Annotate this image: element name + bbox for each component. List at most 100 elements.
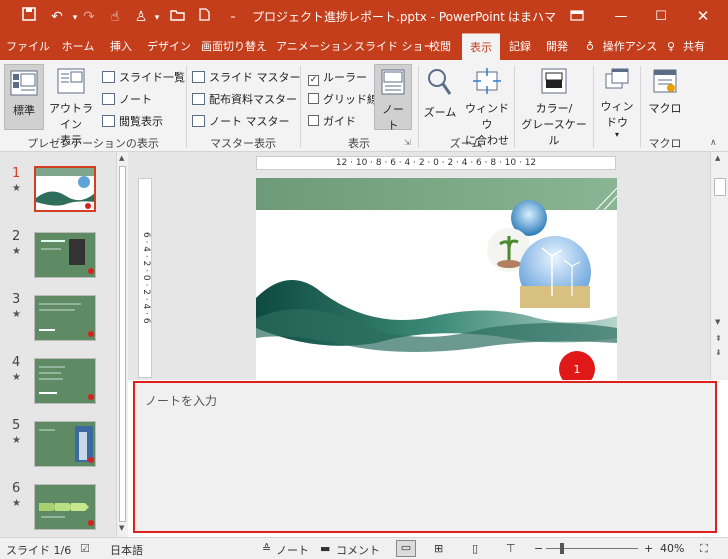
scroll-down-icon[interactable]: ▼ <box>715 318 720 326</box>
slide-canvas[interactable]: 1 <box>256 178 617 380</box>
ribbon-separator <box>593 66 594 148</box>
normal-view-button[interactable]: 標準 <box>4 64 44 130</box>
color-grayscale-button[interactable]: カラー/ グレースケール <box>516 68 592 148</box>
zoom-slider-thumb[interactable] <box>560 543 564 554</box>
spelling-check-icon[interactable]: ☑ <box>80 542 90 555</box>
status-bar: スライド 1/6 ☑ 日本語 ≙ ノート ▬ コメント ▭ ⊞ ▯ ⊤ − + … <box>0 537 728 559</box>
guides-checkbox[interactable]: ガイド <box>308 113 356 129</box>
slide-number: 1 <box>12 166 21 181</box>
horizontal-ruler[interactable]: 12 · 10 · 8 · 6 · 4 · 2 · 0 · 2 · 4 · 6 … <box>256 156 616 170</box>
quick-access-dropdown-icon[interactable]: ▾ <box>146 7 168 29</box>
tab-view[interactable]: 表示 <box>462 33 500 60</box>
slide-thumbnail-6[interactable] <box>34 484 96 530</box>
maximize-button[interactable]: ☐ <box>644 0 678 33</box>
minimize-button[interactable]: — <box>604 0 638 33</box>
slide-sorter-label: スライド一覧 <box>119 71 185 84</box>
slide-sorter-button[interactable]: スライド一覧 <box>102 69 185 85</box>
tab-design[interactable]: デザイン <box>145 33 193 60</box>
ruler-label: ルーラー <box>323 71 367 84</box>
macro-button[interactable]: マクロ <box>644 68 686 116</box>
tab-home[interactable]: ホーム <box>58 33 98 60</box>
tell-me-search[interactable]: 操作アシス <box>598 33 662 60</box>
zoom-label: ズーム <box>423 106 457 119</box>
vertical-ruler[interactable]: 6 · 4 · 2 · 0 · 2 · 4 · 6 <box>138 178 152 378</box>
macro-label: マクロ <box>648 102 682 115</box>
normal-view-label: 標準 <box>13 104 35 117</box>
slide-thumbnail-1[interactable] <box>34 166 96 212</box>
slide-thumbnail-4[interactable] <box>34 358 96 404</box>
handout-master-icon <box>192 93 205 105</box>
close-button[interactable]: ✕ <box>686 0 720 33</box>
comments-button[interactable]: コメント <box>336 542 380 558</box>
new-file-icon[interactable] <box>193 6 215 28</box>
gridlines-checkbox[interactable]: グリッド線 <box>308 91 378 107</box>
notes-pane[interactable]: ノートを入力 <box>133 381 717 533</box>
tab-insert[interactable]: 挿入 <box>104 33 138 60</box>
tab-record[interactable]: 記録 <box>504 33 536 60</box>
tab-slideshow[interactable]: スライド ショー <box>354 33 435 60</box>
dialog-launcher-icon[interactable]: ⇲ <box>404 138 411 147</box>
scroll-up-icon[interactable]: ▲ <box>715 154 720 162</box>
slide-thumbnail-5[interactable] <box>34 421 96 467</box>
ribbon-separator <box>514 66 515 148</box>
window-button[interactable]: ウィンドウ ▾ <box>596 68 638 139</box>
notes-page-button[interactable]: ノート <box>102 91 152 107</box>
notes-status-button[interactable]: ノート <box>276 542 309 558</box>
slide-thumbnail-2[interactable] <box>34 232 96 278</box>
normal-view-status-icon[interactable]: ▭ <box>396 540 416 557</box>
reading-view-label: 閲覧表示 <box>119 115 163 128</box>
color-label-2: グレースケール <box>521 118 587 147</box>
tab-transitions[interactable]: 画面切り替え <box>198 33 270 60</box>
group-label-macro: マクロ <box>648 137 682 150</box>
slide-master-icon <box>192 71 205 83</box>
reading-view-button[interactable]: 閲覧表示 <box>102 113 163 129</box>
collapse-ribbon-icon[interactable]: ∧ <box>710 138 717 148</box>
previous-slide-icon[interactable]: ⇞ <box>715 334 722 343</box>
notes-status-icon[interactable]: ≙ <box>262 542 271 555</box>
language-indicator[interactable]: 日本語 <box>110 542 143 558</box>
tab-animations[interactable]: アニメーション <box>276 33 353 60</box>
scroll-up-icon[interactable]: ▲ <box>119 154 124 162</box>
redo-icon[interactable]: ↷ <box>78 6 100 28</box>
slideshow-status-icon[interactable]: ⊤ <box>506 542 516 555</box>
tab-review[interactable]: 校閲 <box>424 33 456 60</box>
tab-developer[interactable]: 開発 <box>541 33 573 60</box>
reading-view-status-icon[interactable]: ▯ <box>472 542 478 555</box>
notes-toggle-label-2: ト <box>387 119 399 132</box>
scrollbar-thumb[interactable] <box>119 166 126 522</box>
animation-star-icon: ★ <box>12 183 21 194</box>
touch-mode-icon[interactable]: ☝ <box>104 6 126 28</box>
slide-indicator: スライド 1/6 <box>6 544 72 557</box>
scroll-down-icon[interactable]: ▼ <box>119 524 124 532</box>
zoom-level[interactable]: 40% <box>660 542 684 555</box>
zoom-button[interactable]: ズーム <box>422 68 458 120</box>
thumbnails-scrollbar[interactable]: ▲ ▼ <box>116 152 128 537</box>
zoom-in-icon[interactable]: + <box>644 542 653 555</box>
scrollbar-thumb[interactable] <box>714 178 726 196</box>
customize-quick-access-icon[interactable]: ₌ <box>222 6 244 28</box>
fit-slide-icon[interactable]: ⛶ <box>700 542 708 556</box>
open-icon[interactable] <box>166 6 188 28</box>
notes-toggle-button[interactable]: ノー ト <box>374 64 412 132</box>
share-person-icon[interactable]: ♀ <box>664 33 678 60</box>
next-slide-icon[interactable]: ⇟ <box>715 348 722 357</box>
slide-thumbnail-3[interactable] <box>34 295 96 341</box>
lightbulb-icon[interactable]: ♁ <box>584 33 596 60</box>
window-label: ウィンドウ <box>600 100 634 129</box>
save-icon[interactable] <box>18 6 40 28</box>
slide-master-button[interactable]: スライド マスター <box>192 69 301 85</box>
slide-master-label: スライド マスター <box>209 71 301 84</box>
editor-scrollbar[interactable]: ▲ ▼ ⇞ ⇟ <box>710 152 728 380</box>
zoom-out-icon[interactable]: − <box>534 542 543 555</box>
ruler-checkbox[interactable]: ✓ ルーラー <box>308 69 367 86</box>
window-title: プロジェクト進捗レポート.pptx - PowerPoint <box>252 10 505 24</box>
comments-icon[interactable]: ▬ <box>320 542 330 555</box>
notes-master-button[interactable]: ノート マスター <box>192 113 290 129</box>
group-label-presentation-views: プレゼンテーションの表示 <box>27 137 159 150</box>
handout-master-button[interactable]: 配布資料マスター <box>192 91 297 107</box>
user-name[interactable]: はまハマ <box>508 8 556 25</box>
share-button[interactable]: 共有 <box>680 33 708 60</box>
slide-sorter-status-icon[interactable]: ⊞ <box>434 542 443 555</box>
ribbon-display-options-icon[interactable] <box>566 6 588 28</box>
tab-file[interactable]: ファイル <box>6 33 50 60</box>
